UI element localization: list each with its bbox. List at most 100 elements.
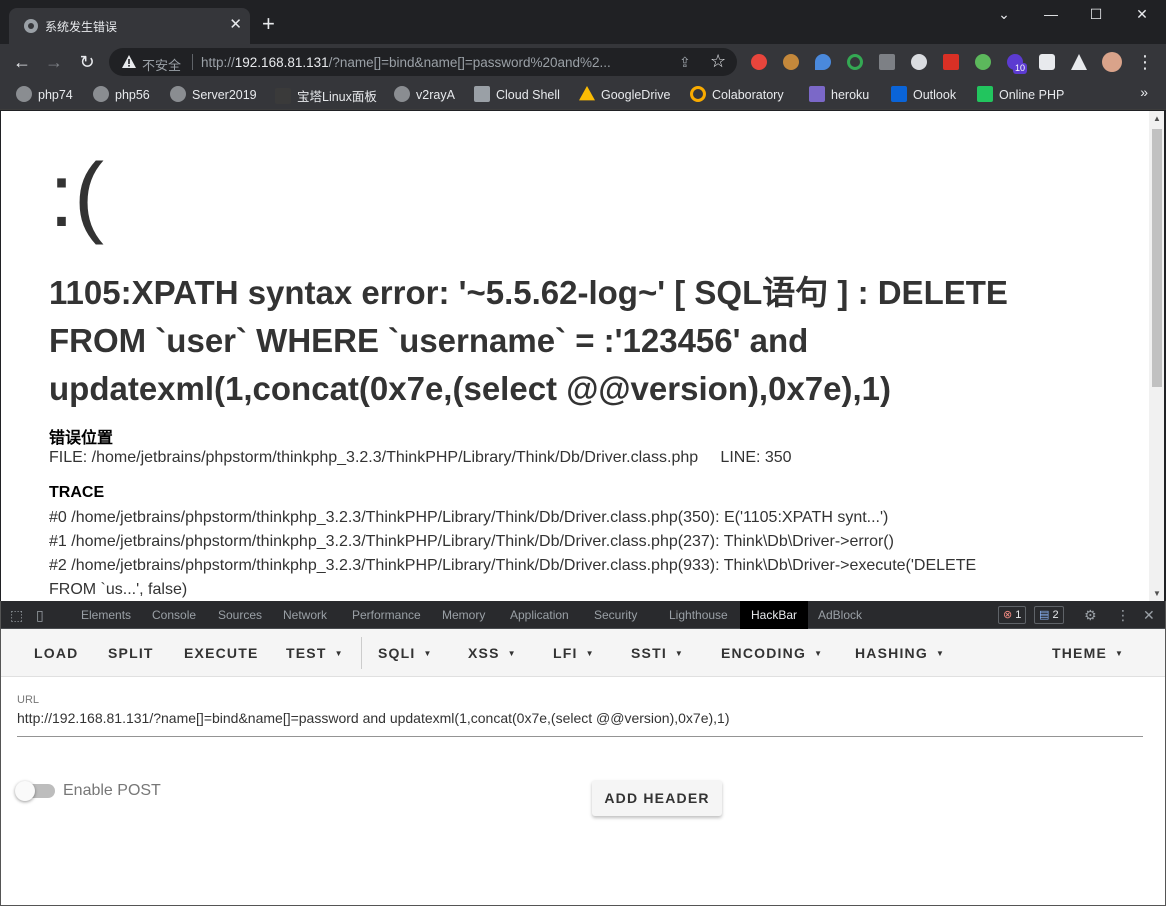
tab-close-icon[interactable]: ✕ (229, 17, 242, 33)
page-scrollbar[interactable]: ▲ ▼ (1149, 111, 1164, 601)
tab-memory[interactable]: Memory (442, 608, 485, 622)
bookmark-label: 宝塔Linux面板 (297, 90, 377, 104)
bookmark-item[interactable]: Server2019 (170, 86, 257, 102)
url-path: /?name[]=bind&name[]=password%20and%2... (328, 55, 611, 70)
message-count: 2 (1052, 609, 1059, 621)
extensions-puzzle-icon[interactable] (1039, 54, 1055, 70)
bookmark-star-icon[interactable]: ☆ (710, 51, 726, 72)
forward-arrow-icon[interactable]: → (43, 51, 65, 73)
scroll-down-icon[interactable]: ▼ (1153, 589, 1161, 598)
shell-icon (977, 86, 993, 102)
tab-sources[interactable]: Sources (218, 608, 262, 622)
proxy-extension-icon[interactable] (879, 54, 895, 70)
bookmark-label: v2rayA (416, 88, 455, 102)
inspect-element-icon[interactable]: ⬚ (10, 607, 23, 624)
tab-performance[interactable]: Performance (352, 608, 421, 622)
address-bar[interactable]: 不安全 http://192.168.81.131/?name[]=bind&n… (109, 48, 737, 76)
hashing-menu-button[interactable]: HASHING ▼ (855, 645, 945, 661)
tab-hackbar[interactable]: HackBar (740, 601, 809, 629)
caret-down-icon: ▼ (814, 649, 824, 658)
gear-icon[interactable]: ⚙ (1084, 607, 1097, 624)
bug-extension-icon[interactable] (975, 54, 991, 70)
menu-label: XSS (468, 645, 500, 661)
bookmarks-overflow-icon[interactable]: » (1140, 84, 1148, 100)
execute-button[interactable]: EXECUTE (184, 645, 259, 661)
tab-console[interactable]: Console (152, 608, 196, 622)
tab-security[interactable]: Security (594, 608, 637, 622)
back-arrow-icon[interactable]: ← (11, 51, 33, 73)
labs-flask-icon[interactable] (1071, 54, 1087, 70)
menu-divider (361, 637, 362, 669)
extension-badge: 10 (1013, 63, 1028, 74)
error-count-badge[interactable]: ⊗ 1 (998, 606, 1027, 624)
message-count-badge[interactable]: ▤ 2 (1034, 606, 1064, 624)
test-menu-button[interactable]: TEST ▼ (286, 645, 344, 661)
list-extension-icon[interactable] (943, 54, 959, 70)
location-extension-icon[interactable] (815, 54, 831, 70)
tab-elements[interactable]: Elements (81, 608, 131, 622)
reload-icon[interactable]: ↻ (76, 51, 98, 73)
scroll-up-icon[interactable]: ▲ (1153, 114, 1161, 123)
globe-icon (16, 86, 32, 102)
drive-icon (579, 86, 595, 101)
bookmark-item[interactable]: 宝塔Linux面板 (275, 86, 377, 105)
tab-adblock[interactable]: AdBlock (818, 608, 862, 622)
bookmark-label: Outlook (913, 88, 957, 102)
share-icon[interactable]: ⇪ (679, 54, 691, 71)
ublock-extension-icon[interactable] (751, 54, 767, 70)
browser-tab[interactable]: 系统发生错误 ✕ (9, 8, 250, 44)
devtools-menu-icon[interactable]: ⋮ (1116, 607, 1130, 624)
add-header-button[interactable]: ADD HEADER (592, 780, 722, 816)
globe-icon (93, 86, 109, 102)
browser-toolbar: ← → ↻ 不安全 http://192.168.81.131/?name[]=… (0, 44, 1166, 80)
close-devtools-icon[interactable]: ✕ (1143, 607, 1155, 624)
bookmark-item[interactable]: heroku (809, 86, 869, 102)
trace-line: FROM `us...', false) (49, 581, 188, 598)
bookmark-item[interactable]: GoogleDrive (579, 86, 670, 102)
bookmark-label: Colaboratory (712, 88, 784, 102)
minimize-button[interactable]: — (1036, 6, 1066, 26)
tab-application[interactable]: Application (510, 608, 569, 622)
not-secure-label[interactable]: 不安全 (142, 55, 181, 74)
circle-extension-icon[interactable] (847, 54, 863, 70)
load-button[interactable]: LOAD (34, 645, 78, 661)
error-location-heading: 错误位置 (49, 430, 114, 447)
url-input-underline (17, 736, 1143, 737)
profile-avatar[interactable] (1102, 52, 1122, 72)
sqli-menu-button[interactable]: SQLI ▼ (378, 645, 433, 661)
bookmark-item[interactable]: php74 (16, 86, 73, 102)
tab-search-chevron-icon[interactable]: ⌄ (989, 6, 1019, 26)
cloud-extension-icon[interactable] (911, 54, 927, 70)
close-window-button[interactable]: ✕ (1127, 6, 1157, 26)
bookmark-item[interactable]: v2rayA (394, 86, 455, 102)
lfi-menu-button[interactable]: LFI ▼ (553, 645, 595, 661)
tab-network[interactable]: Network (283, 608, 327, 622)
globe-icon (170, 86, 186, 102)
cookie-extension-icon[interactable] (783, 54, 799, 70)
caret-down-icon: ▼ (423, 649, 433, 658)
enable-post-toggle[interactable] (15, 781, 55, 801)
new-tab-button[interactable]: + (262, 13, 275, 35)
xss-menu-button[interactable]: XSS ▼ (468, 645, 517, 661)
trace-heading: TRACE (49, 484, 105, 501)
bookmark-item[interactable]: Colaboratory (690, 86, 784, 102)
maximize-button[interactable]: ☐ (1081, 6, 1111, 26)
split-button[interactable]: SPLIT (108, 645, 154, 661)
error-count: 1 (1015, 609, 1022, 621)
url-text[interactable]: http://192.168.81.131/?name[]=bind&name[… (201, 55, 611, 70)
menu-kebab-icon[interactable]: ⋮ (1134, 51, 1156, 73)
bookmark-label: Online PHP (999, 88, 1065, 102)
bookmark-item[interactable]: php56 (93, 86, 150, 102)
encoding-menu-button[interactable]: ENCODING ▼ (721, 645, 823, 661)
tab-lighthouse[interactable]: Lighthouse (669, 608, 728, 622)
device-toolbar-icon[interactable]: ▯ (36, 607, 44, 624)
bookmark-label: php56 (115, 88, 150, 102)
scrollbar-thumb[interactable] (1152, 129, 1162, 387)
sad-face: :( (49, 146, 104, 246)
bookmark-item[interactable]: Cloud Shell (474, 86, 560, 102)
bookmark-item[interactable]: Outlook (891, 86, 956, 102)
url-input[interactable]: http://192.168.81.131/?name[]=bind&name[… (17, 710, 730, 726)
ssti-menu-button[interactable]: SSTI ▼ (631, 645, 684, 661)
theme-menu-button[interactable]: THEME ▼ (1052, 645, 1124, 661)
bookmark-item[interactable]: Online PHP (977, 86, 1064, 102)
